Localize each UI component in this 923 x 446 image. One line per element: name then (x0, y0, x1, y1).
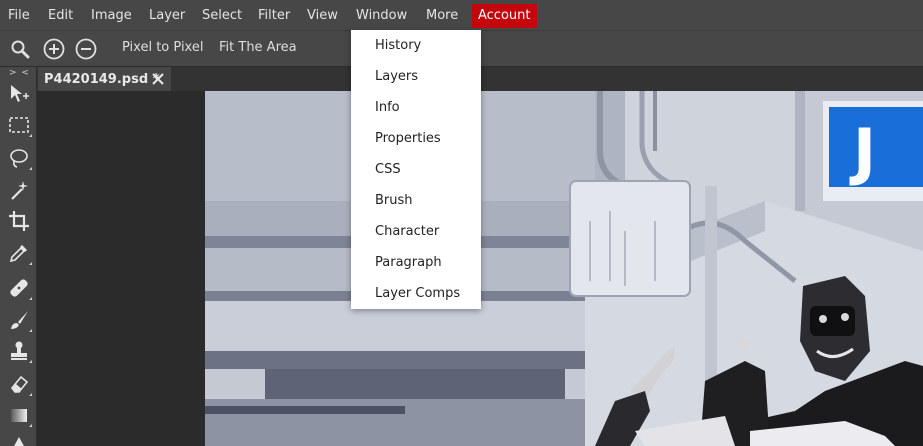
marquee-tool-icon[interactable] (6, 112, 32, 138)
window-menu-paragraph[interactable]: Paragraph (351, 247, 481, 278)
menu-window[interactable]: Window (350, 4, 413, 28)
menu-filter[interactable]: Filter (252, 4, 296, 28)
window-menu-properties[interactable]: Properties (351, 123, 481, 154)
pixel-to-pixel-button[interactable]: Pixel to Pixel (122, 40, 203, 55)
document-tab-label: P4420149.psd * (44, 71, 160, 87)
zoom-in-icon[interactable] (42, 37, 66, 61)
window-menu-brush[interactable]: Brush (351, 185, 481, 216)
crop-icon[interactable] (6, 208, 32, 234)
magnifier-icon[interactable] (8, 37, 32, 61)
menu-image[interactable]: Image (85, 4, 138, 28)
window-menu-layers[interactable]: Layers (351, 61, 481, 92)
magic-wand-icon[interactable] (6, 177, 32, 203)
menu-account[interactable]: Account (472, 4, 537, 28)
menu-more[interactable]: More (420, 4, 464, 28)
window-menu-history[interactable]: History (351, 30, 481, 61)
healing-brush-icon[interactable] (6, 275, 32, 301)
gradient-icon[interactable] (6, 402, 32, 428)
canvas-image[interactable]: J (205, 91, 923, 446)
menu-layer[interactable]: Layer (143, 4, 191, 28)
menu-file[interactable]: File (2, 4, 36, 28)
lasso-tool-icon[interactable] (6, 145, 32, 171)
brush-icon[interactable] (6, 307, 32, 333)
document-tab[interactable]: P4420149.psd * (38, 67, 171, 91)
menu-select[interactable]: Select (196, 4, 248, 28)
window-menu-dropdown: History Layers Info Properties CSS Brush… (351, 30, 481, 309)
fit-area-button[interactable]: Fit The Area (219, 40, 297, 55)
close-icon[interactable] (149, 69, 167, 89)
clone-stamp-icon[interactable] (6, 338, 32, 364)
collapse-toggle[interactable]: > < (9, 68, 30, 78)
window-menu-info[interactable]: Info (351, 92, 481, 123)
menu-edit[interactable]: Edit (42, 4, 79, 28)
move-tool-icon[interactable] (6, 81, 32, 107)
zoom-out-icon[interactable] (74, 37, 98, 61)
menu-view[interactable]: View (301, 4, 344, 28)
eyedropper-icon[interactable] (6, 240, 32, 266)
window-menu-css[interactable]: CSS (351, 154, 481, 185)
window-menu-character[interactable]: Character (351, 216, 481, 247)
tool-panel: > < (0, 67, 37, 446)
sign-letter: J (849, 115, 876, 188)
window-menu-layer-comps[interactable]: Layer Comps (351, 278, 481, 309)
menu-bar: File Edit Image Layer Select Filter View… (0, 0, 923, 31)
eraser-icon[interactable] (6, 371, 32, 397)
sharpen-icon[interactable] (6, 431, 32, 446)
